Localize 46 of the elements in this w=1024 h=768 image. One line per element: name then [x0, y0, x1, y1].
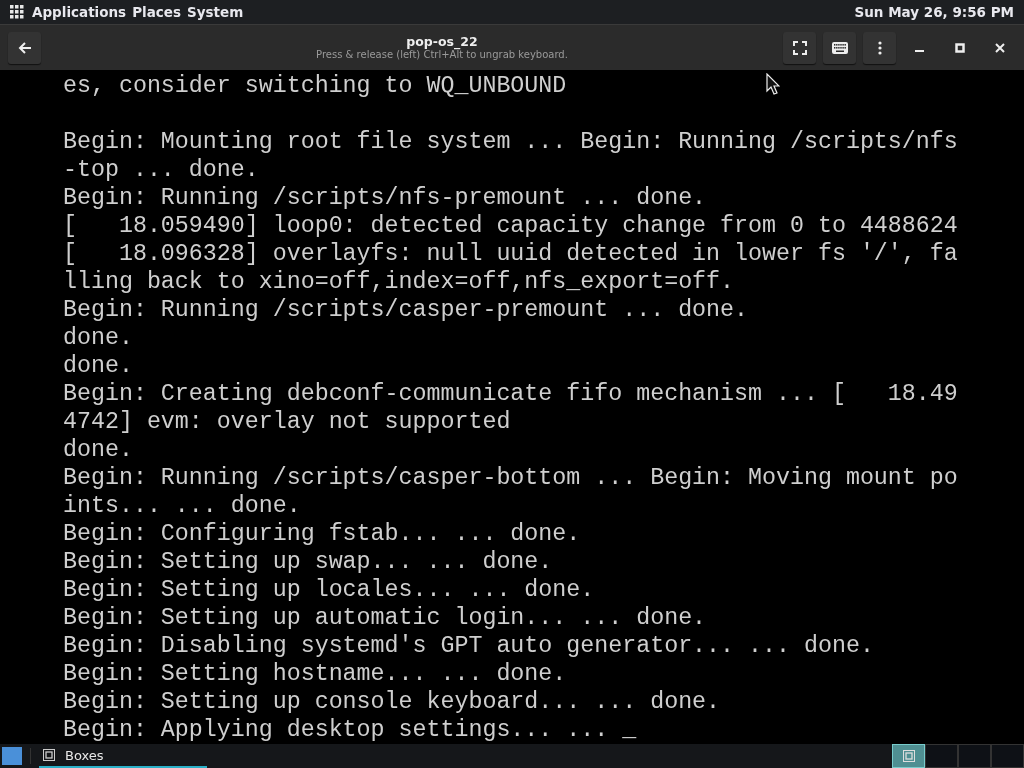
console-line: Begin: Disabling systemd's GPT auto generator... ... done. [63, 632, 874, 660]
app-grid-icon[interactable] [10, 5, 24, 19]
window-subtitle: Press & release (left) Ctrl+Alt to ungrab keyboard. [316, 48, 568, 60]
menu-item[interactable]: Places [132, 4, 181, 20]
fullscreen-button[interactable] [783, 31, 816, 64]
console-line: Begin: Mounting root file system ... Begin: Running /scripts/nfs [63, 128, 958, 156]
console-line: Begin: Configuring fstab... ... done. [63, 520, 581, 548]
maximize-icon [954, 42, 965, 53]
console-line: Begin: Running /scripts/casper-bottom ... Begin: Moving mount po [63, 464, 958, 492]
minimize-icon [915, 50, 924, 52]
window-icon [902, 750, 915, 762]
console-line: ints... ... done. [63, 492, 301, 520]
console-line: [ 18.096328] overlayfs: null uuid detected in lower fs '/', fa [63, 240, 958, 268]
menu-item[interactable]: Applications [32, 4, 127, 20]
console-line: -top ... done. [63, 156, 259, 184]
menu-icon [877, 40, 882, 55]
console-line: es, consider switching to WQ_UNBOUND [63, 72, 567, 100]
console-line: Begin: Setting up automatic login... ... done. [63, 604, 707, 632]
console-line: Begin: Setting hostname... ... done. [63, 660, 567, 688]
console-line: done. [63, 352, 133, 380]
menu-item[interactable]: System [187, 4, 244, 20]
console-line: Begin: Applying desktop settings... ... _ [63, 716, 637, 744]
console-line: Begin: Setting up swap... ... done. [63, 548, 553, 576]
console-line: Begin: Setting up locales... ... done. [63, 576, 595, 604]
workspace-button[interactable] [892, 744, 925, 768]
window-title: pop-os_22 [406, 35, 478, 49]
menu-button[interactable] [863, 31, 896, 64]
back-button[interactable] [8, 31, 41, 64]
console-line: Begin: Running /scripts/nfs-premount ... done. [63, 184, 707, 212]
keyboard-icon [831, 41, 848, 54]
back-icon [17, 40, 32, 55]
window-icon [43, 749, 55, 761]
console-line: Begin: Setting up console keyboard... ... done. [63, 688, 721, 716]
console-line: Begin: Running /scripts/casper-premount ... done. [63, 296, 749, 324]
mouse-pointer-icon [766, 73, 780, 95]
console-line: [ 18.059490] loop0: detected capacity change from 0 to 4488624 [63, 212, 958, 240]
keyboard-button[interactable] [823, 31, 856, 64]
console-line: 4742] evm: overlay not supported [63, 408, 511, 436]
console-line: done. [63, 436, 133, 464]
console-line: lling back to xino=off,index=off,nfs_export=off. [63, 268, 735, 296]
close-icon [994, 42, 1005, 53]
fullscreen-icon [792, 40, 807, 55]
clock[interactable]: Sun May 26, 9:56 PM [850, 4, 1014, 20]
console-line: done. [63, 324, 133, 352]
console-line: Begin: Creating debconf-communicate fifo mechanism ... [ 18.49 [63, 380, 958, 408]
taskbar-window-button[interactable]: Boxes [39, 744, 207, 768]
